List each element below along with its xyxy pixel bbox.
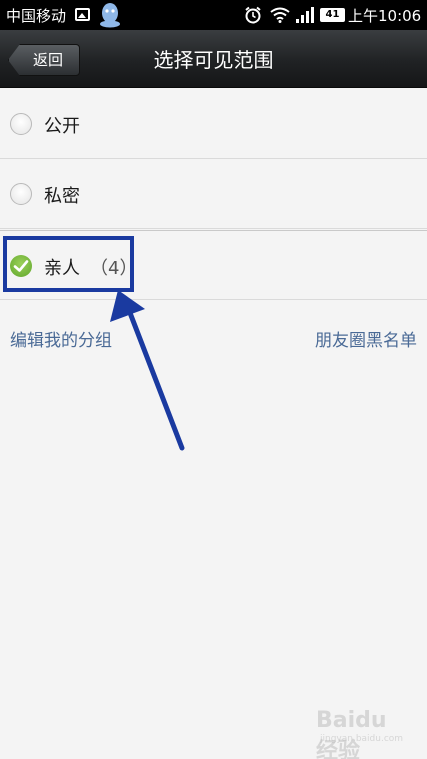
option-public[interactable]: 公开 [0, 89, 427, 159]
option-label: 私密 [44, 186, 80, 207]
moments-blacklist-link[interactable]: 朋友圈黑名单 [315, 326, 417, 351]
page-title: 选择可见范围 [153, 48, 274, 72]
signal-icon [296, 7, 314, 23]
clock: 上午10:06 [348, 7, 422, 25]
alarm-icon [245, 6, 261, 24]
radio-unchecked-icon[interactable] [10, 113, 32, 135]
qq-icon [100, 3, 120, 28]
battery-icon: 41 [320, 8, 345, 22]
gallery-icon [75, 8, 90, 21]
wifi-icon [270, 7, 290, 23]
annotation-highlight-box [3, 236, 134, 292]
edit-groups-link[interactable]: 编辑我的分组 [10, 326, 112, 351]
title-bar: 返回 选择可见范围 [0, 30, 427, 88]
option-private[interactable]: 私密 [0, 159, 427, 229]
option-label: 公开 [44, 116, 80, 137]
bottom-links: 编辑我的分组 朋友圈黑名单 [0, 326, 427, 354]
radio-unchecked-icon[interactable] [10, 183, 32, 205]
baidu-watermark: Baidu 经验 jingyan.baidu.com [316, 708, 416, 759]
carrier-name: 中国移动 [6, 7, 67, 25]
status-bar: 中国移动 41 上午10:06 [0, 0, 427, 30]
watermark-url: jingyan.baidu.com [320, 734, 404, 744]
